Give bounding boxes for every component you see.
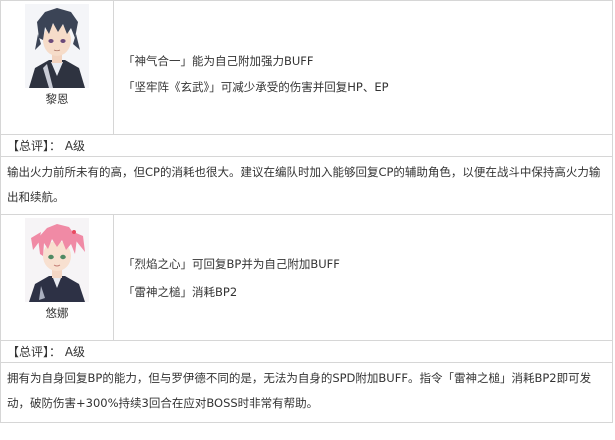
portrait-cell: 黎恩 — [1, 1, 114, 134]
rating-label: 【总评】： — [7, 345, 62, 359]
skill-line: 「雷神之槌」消耗BP2 — [123, 285, 238, 299]
character-row-rean: 黎恩 「神气合一」能为自己附加强力BUFF 「坚牢阵《玄武》」可减少承受的伤害并… — [1, 1, 612, 135]
rating-label: 【总评】： — [7, 139, 62, 153]
rating-grade: A级 — [64, 345, 86, 359]
skill-line: 「烈焰之心」可回复BP并为自己附加BUFF — [123, 257, 340, 271]
skill-line: 「神气合一」能为自己附加强力BUFF — [123, 54, 314, 68]
description-text: 拥有为自身回复BP的能力，但与罗伊德不同的是，无法为自身的SPD附加BUFF。指… — [7, 371, 592, 410]
rating-grade: A级 — [64, 139, 86, 153]
rating-row: 【总评】： A级 — [1, 135, 612, 157]
character-name: 黎恩 — [45, 92, 69, 106]
character-row-juna: 悠娜 「烈焰之心」可回复BP并为自己附加BUFF 「雷神之槌」消耗BP2 — [1, 215, 612, 341]
rean-portrait — [25, 4, 89, 88]
description-text: 输出火力前所未有的高，但CP的消耗也很大。建议在编队时加入能够回复CP的辅助角色… — [7, 165, 601, 204]
description-row: 拥有为自身回复BP的能力，但与罗伊德不同的是，无法为自身的SPD附加BUFF。指… — [1, 363, 612, 423]
character-guide-table: 黎恩 「神气合一」能为自己附加强力BUFF 「坚牢阵《玄武》」可减少承受的伤害并… — [0, 0, 613, 423]
description-row: 输出火力前所未有的高，但CP的消耗也很大。建议在编队时加入能够回复CP的辅助角色… — [1, 157, 612, 215]
juna-portrait — [25, 218, 89, 302]
skills-cell: 「神气合一」能为自己附加强力BUFF 「坚牢阵《玄武》」可减少承受的伤害并回复H… — [114, 1, 612, 134]
portrait-cell: 悠娜 — [1, 215, 114, 340]
skills-cell: 「烈焰之心」可回复BP并为自己附加BUFF 「雷神之槌」消耗BP2 — [114, 215, 612, 340]
skill-line: 「坚牢阵《玄武》」可减少承受的伤害并回复HP、EP — [123, 80, 389, 94]
rating-row: 【总评】： A级 — [1, 341, 612, 363]
character-name: 悠娜 — [45, 306, 69, 320]
